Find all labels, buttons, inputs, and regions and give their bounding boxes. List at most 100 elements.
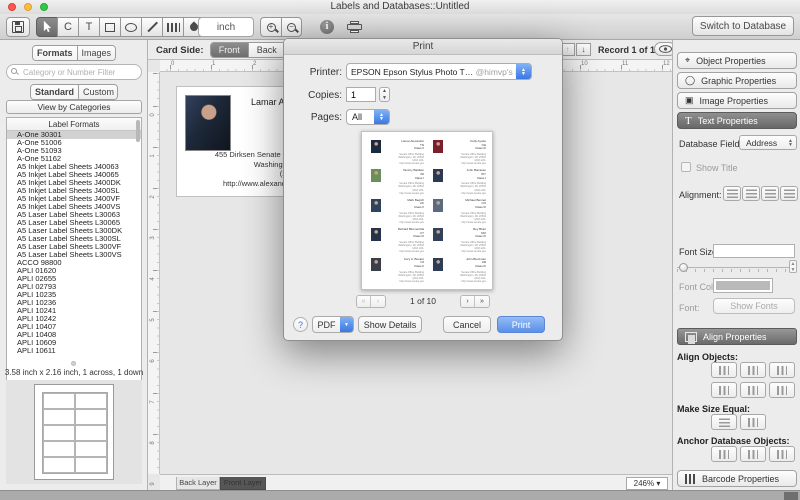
line-tool-button[interactable] [141, 17, 162, 37]
anchor-bottom-button[interactable] [769, 446, 795, 462]
preview-address: Senate Office BuildingWashington, DC 205… [378, 182, 424, 194]
properties-sidebar: ⌖Object Properties ◯Graphic Properties ▣… [672, 40, 800, 490]
text-properties-button[interactable]: TText Properties [677, 112, 797, 129]
cancel-button[interactable]: Cancel [443, 316, 491, 333]
align-properties-header[interactable]: Align Properties [677, 328, 797, 345]
card-side-front[interactable]: Front [211, 43, 249, 57]
font-color-well[interactable] [713, 278, 773, 293]
tab-standard[interactable]: Standard [31, 85, 79, 99]
font-size-slider[interactable] [677, 262, 789, 272]
rectangle-tool-button[interactable] [99, 17, 120, 37]
zoom-out-button[interactable]: − [281, 17, 302, 37]
pdf-label: PDF [313, 320, 340, 330]
align-objects-top-button[interactable] [711, 382, 737, 398]
back-layer-tab[interactable]: Back Layer [176, 477, 220, 490]
equal-height-button[interactable] [740, 414, 766, 430]
copies-input[interactable] [346, 87, 376, 102]
oval-tool-button[interactable] [120, 17, 141, 37]
align-center-button[interactable] [742, 186, 760, 201]
show-title-checkbox[interactable] [681, 162, 691, 172]
close-window-button[interactable] [8, 3, 16, 11]
unit-field[interactable] [198, 17, 254, 37]
align-left-button[interactable] [723, 186, 741, 201]
text-properties-label: Text Properties [698, 116, 758, 126]
show-details-button[interactable]: Show Details [358, 316, 422, 333]
align-objects-bottom-icon [777, 386, 787, 395]
align-objects-left-button[interactable] [711, 362, 737, 378]
pages-select[interactable]: All ▲▼ [346, 109, 390, 125]
h-ruler-number: 0 [171, 61, 174, 67]
prev-page-button[interactable]: ‹ [371, 296, 385, 307]
rotate-tool-button[interactable]: C [57, 17, 78, 37]
updown-arrows-icon: ▲▼ [788, 139, 793, 147]
anchor-left-button[interactable] [711, 446, 737, 462]
font-size-input[interactable] [713, 244, 795, 258]
sheet-cell [43, 393, 75, 409]
card-portrait-photo[interactable] [185, 95, 231, 151]
image-properties-button[interactable]: ▣Image Properties [677, 92, 797, 109]
label-format-item[interactable]: APLI 10611 [7, 347, 141, 355]
save-button[interactable] [6, 17, 30, 37]
preview-photo [371, 199, 381, 212]
pdf-menu-button[interactable]: PDF ▼ [312, 316, 354, 333]
record-next-button[interactable]: ↓ [576, 43, 591, 56]
database-field-select[interactable]: Address ▲▼ [739, 135, 797, 150]
filter-input[interactable] [6, 64, 142, 80]
print-toolbar-button[interactable] [347, 21, 362, 32]
slider-knob[interactable] [679, 263, 688, 272]
view-by-categories-button[interactable]: View by Categories [6, 100, 142, 114]
barcode-tool-button[interactable] [162, 17, 183, 37]
splitter-handle[interactable] [71, 361, 76, 366]
first-page-button[interactable]: « [357, 296, 371, 307]
popup-arrows-icon: ▲▼ [516, 64, 531, 79]
anchor-center-button[interactable] [740, 446, 766, 462]
list-scrollbar[interactable] [136, 120, 140, 142]
info-button[interactable]: i [320, 20, 334, 34]
switch-to-database-button[interactable]: Switch to Database [692, 16, 794, 36]
copies-stepper[interactable]: ▲▼ [379, 87, 390, 102]
font-size-stepper[interactable]: ▲▼ [789, 260, 797, 273]
printer-select[interactable]: EPSON Epson Stylus Photo T… @himvp's Mac… [346, 63, 532, 80]
text-tool-button[interactable]: T [78, 17, 99, 37]
zoom-in-button[interactable]: + [260, 17, 281, 37]
select-tool-button[interactable] [36, 17, 57, 37]
align-objects-right-button[interactable] [769, 362, 795, 378]
print-button[interactable]: Print [497, 316, 545, 333]
toolbar: C T @ + − i Switch to Database [0, 14, 800, 40]
align-objects-bottom-button[interactable] [769, 382, 795, 398]
front-layer-tab[interactable]: Front Layer [220, 477, 266, 490]
slider-ticks [677, 269, 789, 272]
object-properties-button[interactable]: ⌖Object Properties [677, 52, 797, 69]
tab-images[interactable]: Images [78, 46, 116, 60]
barcode-properties-button[interactable]: Barcode Properties [677, 470, 797, 487]
preview-name: John BoozmanARClass III [446, 258, 486, 269]
minimize-window-button[interactable] [24, 3, 32, 11]
align-objects-middle-button[interactable] [740, 382, 766, 398]
printer-label: Printer: [286, 67, 342, 78]
last-page-button[interactable]: » [475, 296, 489, 307]
text-tool-icon: T [86, 21, 93, 33]
align-justify-button[interactable] [780, 186, 798, 201]
sheet-cell [43, 457, 75, 473]
show-fonts-button[interactable]: Show Fonts [713, 298, 795, 314]
align-justify-icon [784, 189, 795, 198]
resize-grip[interactable] [784, 492, 798, 500]
anchor-bottom-icon [777, 450, 787, 459]
sheet-preview-page [34, 384, 114, 480]
next-page-button[interactable]: › [461, 296, 475, 307]
canvas-zoom-value: 246% [634, 479, 654, 488]
zoom-window-button[interactable] [40, 3, 48, 11]
help-button[interactable]: ? [293, 317, 308, 332]
align-objects-center-button[interactable] [740, 362, 766, 378]
tab-formats[interactable]: Formats [33, 46, 78, 60]
database-field-value: Address [746, 138, 777, 148]
sheet-preview-area [6, 380, 142, 484]
card-side-back[interactable]: Back [249, 43, 286, 57]
graphic-properties-button[interactable]: ◯Graphic Properties [677, 72, 797, 89]
tab-custom[interactable]: Custom [79, 85, 118, 99]
align-right-button[interactable] [761, 186, 779, 201]
equal-width-button[interactable] [711, 414, 737, 430]
preview-card: Richard BlumenthalCTClass IIISenate Offi… [368, 226, 426, 255]
canvas-zoom-select[interactable]: 246% ▾ [626, 477, 668, 490]
label-dimensions-caption: 3.58 inch x 2.16 inch, 1 across, 1 down [0, 368, 148, 377]
